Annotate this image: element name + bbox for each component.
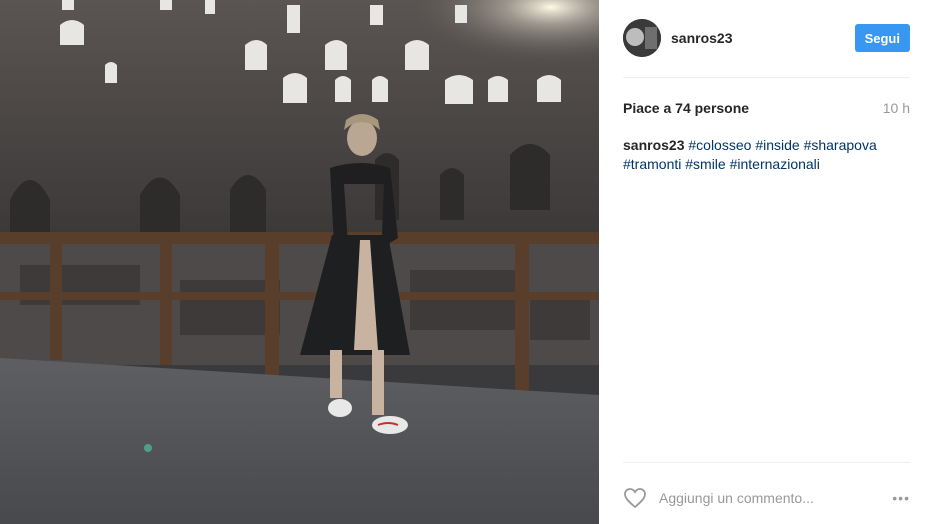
likes-count[interactable]: Piace a 74 persone xyxy=(623,100,749,116)
caption: sanros23 #colosseo #inside #sharapova #t… xyxy=(623,136,910,174)
hashtag-link[interactable]: #sharapova xyxy=(804,137,877,153)
avatar-image xyxy=(623,19,661,57)
caption-username[interactable]: sanros23 xyxy=(623,137,684,153)
post-header: sanros23 Segui xyxy=(623,16,910,60)
follow-button[interactable]: Segui xyxy=(854,24,910,52)
hashtag-link[interactable]: #colosseo xyxy=(688,137,751,153)
post-time[interactable]: 10 h xyxy=(883,100,910,116)
comment-row: ••• xyxy=(623,484,910,512)
post-photo[interactable] xyxy=(0,0,599,524)
comment-input[interactable] xyxy=(659,490,885,506)
hashtag-link[interactable]: #tramonti xyxy=(623,156,681,172)
colosseum-photo-illustration xyxy=(0,0,599,524)
comment-divider xyxy=(623,462,910,463)
hashtag-link[interactable]: #inside xyxy=(755,137,799,153)
header-divider xyxy=(623,77,910,78)
post-sidebar: sanros23 Segui Piace a 74 persone 10 h s… xyxy=(599,0,929,524)
likes-row: Piace a 74 persone 10 h xyxy=(623,100,910,116)
more-options-icon[interactable]: ••• xyxy=(892,490,910,506)
heart-icon[interactable] xyxy=(623,486,647,510)
hashtag-link[interactable]: #internazionali xyxy=(730,156,820,172)
instagram-post: sanros23 Segui Piace a 74 persone 10 h s… xyxy=(0,0,929,524)
username[interactable]: sanros23 xyxy=(671,30,855,46)
avatar[interactable] xyxy=(623,19,661,57)
hashtag-link[interactable]: #smile xyxy=(685,156,725,172)
